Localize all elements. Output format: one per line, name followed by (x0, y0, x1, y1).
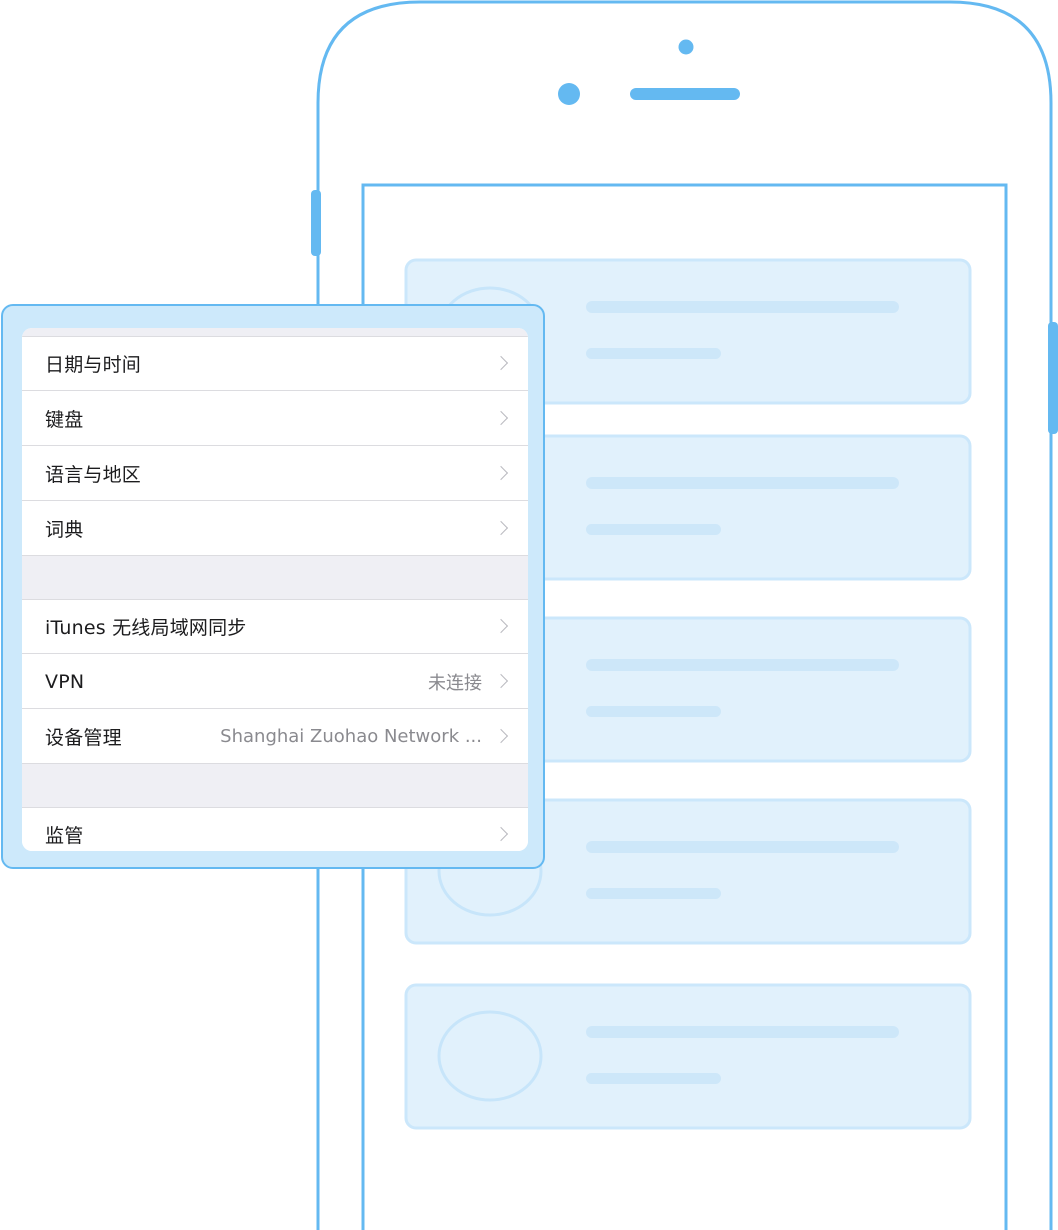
volume-button-icon (311, 190, 321, 256)
row-value: 未连接 (428, 672, 482, 694)
settings-row-date-time[interactable]: 日期与时间 (22, 336, 528, 391)
row-label: 键盘 (45, 409, 84, 431)
settings-row-keyboard[interactable]: 键盘 (22, 391, 528, 446)
row-label: 日期与时间 (45, 354, 142, 376)
chevron-right-icon (493, 465, 509, 480)
proximity-sensor-icon (678, 39, 694, 55)
earpiece-speaker-icon (630, 88, 740, 100)
chevron-right-icon (493, 728, 509, 743)
settings-row-dictionary[interactable]: 词典 (22, 501, 528, 556)
settings-card: 日期与时间 键盘 语言与地区 词典 iTunes 无线局域网同步 VPN 未连接… (1, 304, 545, 869)
row-label: iTunes 无线局域网同步 (45, 617, 247, 639)
row-label: VPN (45, 670, 85, 693)
settings-row-itunes-wifi-sync[interactable]: iTunes 无线局域网同步 (22, 599, 528, 654)
chevron-right-icon (493, 618, 509, 633)
chevron-right-icon (493, 520, 509, 535)
row-value: Shanghai Zuohao Network ... (220, 726, 482, 747)
settings-row-vpn[interactable]: VPN 未连接 (22, 654, 528, 709)
row-label: 语言与地区 (45, 464, 142, 486)
placeholder-card (404, 983, 972, 1130)
front-camera-icon (558, 83, 580, 105)
group-spacer (22, 764, 528, 807)
chevron-right-icon (493, 673, 509, 688)
row-label: 设备管理 (45, 727, 122, 749)
settings-list: 日期与时间 键盘 语言与地区 词典 iTunes 无线局域网同步 VPN 未连接… (22, 328, 528, 851)
chevron-right-icon (493, 410, 509, 425)
group-spacer (22, 556, 528, 599)
chevron-right-icon (493, 826, 509, 841)
settings-row-device-management[interactable]: 设备管理 Shanghai Zuohao Network ... (22, 709, 528, 764)
chevron-right-icon (493, 355, 509, 370)
power-button-icon (1048, 322, 1058, 434)
group-spacer (22, 328, 528, 336)
settings-row-language-region[interactable]: 语言与地区 (22, 446, 528, 501)
row-label: 监管 (45, 825, 84, 847)
row-label: 词典 (45, 519, 84, 541)
illustration-stage: 日期与时间 键盘 语言与地区 词典 iTunes 无线局域网同步 VPN 未连接… (0, 0, 1058, 1230)
settings-row-supervision[interactable]: 监管 (22, 807, 528, 851)
